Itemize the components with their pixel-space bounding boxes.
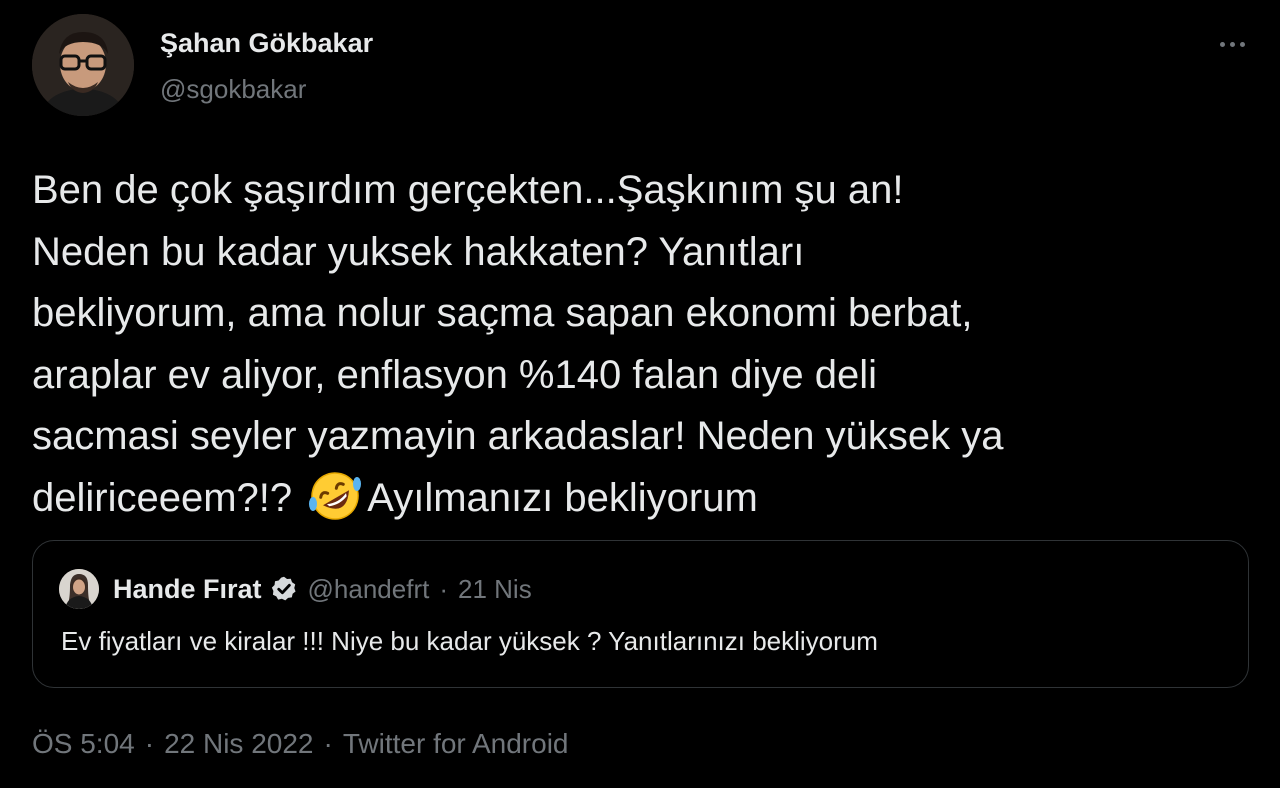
tweet-line: bekliyorum, ama nolur saçma sapan ekonom… <box>32 291 973 335</box>
tweet-line: araplar ev aliyor, enflasyon %140 falan … <box>32 352 877 397</box>
author-handle[interactable]: @sgokbakar <box>160 72 373 106</box>
tweet-time[interactable]: ÖS 5:04 <box>32 728 135 759</box>
tweet-line: Neden bu kadar yuksek hakkaten? Yanıtlar… <box>32 229 805 274</box>
tweet-source[interactable]: Twitter for Android <box>343 728 569 759</box>
quoted-tweet[interactable]: Hande Fırat @handefrt · 21 Nis Ev fiyatl… <box>32 540 1249 688</box>
quoted-author-handle[interactable]: @handefrt <box>308 574 430 605</box>
quoted-tweet-text: Ev fiyatları ve kiralar !!! Niye bu kada… <box>61 626 878 656</box>
quoted-author-name[interactable]: Hande Fırat <box>113 574 262 605</box>
separator-dot: · <box>439 573 449 604</box>
verified-badge-icon <box>271 576 296 601</box>
quoted-author-avatar <box>59 569 99 609</box>
tweet-metadata: ÖS 5:04 · 22 Nis 2022 · Twitter for Android <box>32 724 568 764</box>
more-horizontal-icon[interactable] <box>1212 30 1252 58</box>
tweet-text: Ben de çok şaşırdım gerçekten...Şaşkınım… <box>32 160 1257 529</box>
tweet-date[interactable]: 22 Nis 2022 <box>164 728 313 759</box>
separator-dot: · <box>144 728 155 759</box>
tweet-line: deliriceeem?!? Ayılmanızı bekliyorum <box>32 468 1257 530</box>
quoted-tweet-header: Hande Fırat @handefrt · 21 Nis <box>59 569 532 609</box>
tweet-line-end: Ayılmanızı bekliyorum <box>367 475 758 520</box>
quoted-tweet-date[interactable]: 21 Nis <box>458 574 532 605</box>
author-avatar[interactable] <box>32 14 134 116</box>
tweet-line: sacmasi seyler yazmayin arkadaslar! Nede… <box>32 414 1004 458</box>
rolling-on-the-floor-laughing-emoji <box>309 471 362 520</box>
tweet: Şahan Gökbakar @sgokbakar Ben de çok şaş… <box>0 0 1280 788</box>
author-name[interactable]: Şahan Gökbakar <box>160 26 373 60</box>
separator-dot: · <box>323 728 333 759</box>
author-info: Şahan Gökbakar @sgokbakar <box>160 26 373 106</box>
tweet-line-start: deliriceeem?!? <box>32 475 304 520</box>
tweet-line: Ben de çok şaşırdım gerçekten...Şaşkınım… <box>32 168 904 212</box>
